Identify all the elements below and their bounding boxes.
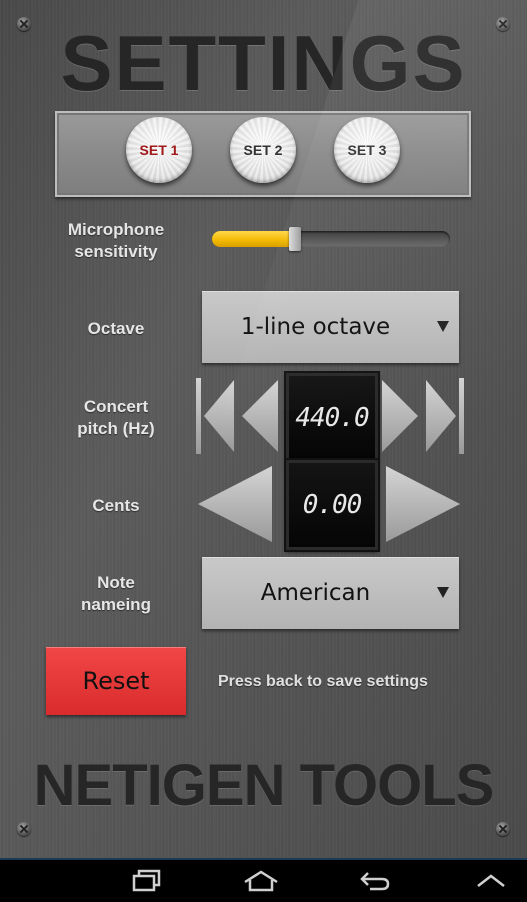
set-1-button[interactable]: SET 1 xyxy=(126,117,192,183)
octave-label: Octave xyxy=(87,319,145,338)
back-icon xyxy=(360,872,390,891)
note-naming-label-line2: nameing xyxy=(81,595,151,614)
arrow-right-icon xyxy=(382,380,418,452)
set-2-button[interactable]: SET 2 xyxy=(230,117,296,183)
note-naming-dropdown[interactable]: American xyxy=(202,557,459,629)
save-hint-text: Press back to save settings xyxy=(218,673,428,690)
concert-pitch-display: 440.0 xyxy=(286,373,378,463)
microphone-sensitivity-slider[interactable] xyxy=(212,227,450,251)
note-naming-label-line1: Note xyxy=(97,573,135,592)
recent-apps-icon xyxy=(132,869,161,892)
menu-up-button[interactable] xyxy=(468,866,514,896)
brand-logo: NETIGEN TOOLS xyxy=(33,753,495,818)
set-3-button[interactable]: SET 3 xyxy=(334,117,400,183)
screw-icon xyxy=(496,822,510,836)
skip-back-icon xyxy=(196,378,234,454)
microphone-label-line2: sensitivity xyxy=(74,242,158,261)
pitch-first-button[interactable] xyxy=(196,378,236,454)
page-title: SETTINGS xyxy=(60,19,467,107)
pitch-last-button[interactable] xyxy=(424,378,464,454)
cents-label: Cents xyxy=(92,496,140,515)
reset-button[interactable]: Reset xyxy=(46,647,186,715)
arrow-left-icon xyxy=(198,466,272,542)
cents-increase-button[interactable] xyxy=(384,464,462,544)
system-navbar xyxy=(0,858,527,902)
skip-forward-icon xyxy=(426,378,464,454)
dropdown-arrow-icon xyxy=(437,321,449,332)
concert-pitch-label-line2: pitch (Hz) xyxy=(77,419,155,438)
pitch-increase-button[interactable] xyxy=(380,378,420,454)
octave-value: 1-line octave xyxy=(240,314,391,340)
note-naming-value: American xyxy=(260,580,371,606)
menu-up-icon xyxy=(477,874,505,887)
cents-display: 0.00 xyxy=(286,460,378,550)
microphone-label-line1: Microphone xyxy=(67,220,165,239)
pitch-decrease-button[interactable] xyxy=(240,378,280,454)
concert-pitch-label-line1: Concert xyxy=(83,397,149,416)
dropdown-arrow-icon xyxy=(437,587,449,598)
home-button[interactable] xyxy=(238,866,284,896)
arrow-right-icon xyxy=(386,466,460,542)
concert-pitch-label: Concert pitch (Hz) xyxy=(46,396,186,440)
home-icon xyxy=(244,870,278,892)
screw-icon xyxy=(17,822,31,836)
octave-dropdown[interactable]: 1-line octave xyxy=(202,291,459,363)
cents-decrease-button[interactable] xyxy=(196,464,274,544)
slider-fill xyxy=(212,231,295,247)
microphone-label: Microphone sensitivity xyxy=(46,219,186,263)
back-button[interactable] xyxy=(352,866,398,896)
recent-apps-button[interactable] xyxy=(124,866,170,896)
note-naming-label: Note nameing xyxy=(46,572,186,616)
arrow-left-icon xyxy=(242,380,278,452)
slider-thumb[interactable] xyxy=(289,227,301,251)
settings-panel: SETTINGS SET 1 SET 2 SET 3 Microphone se… xyxy=(0,0,527,858)
